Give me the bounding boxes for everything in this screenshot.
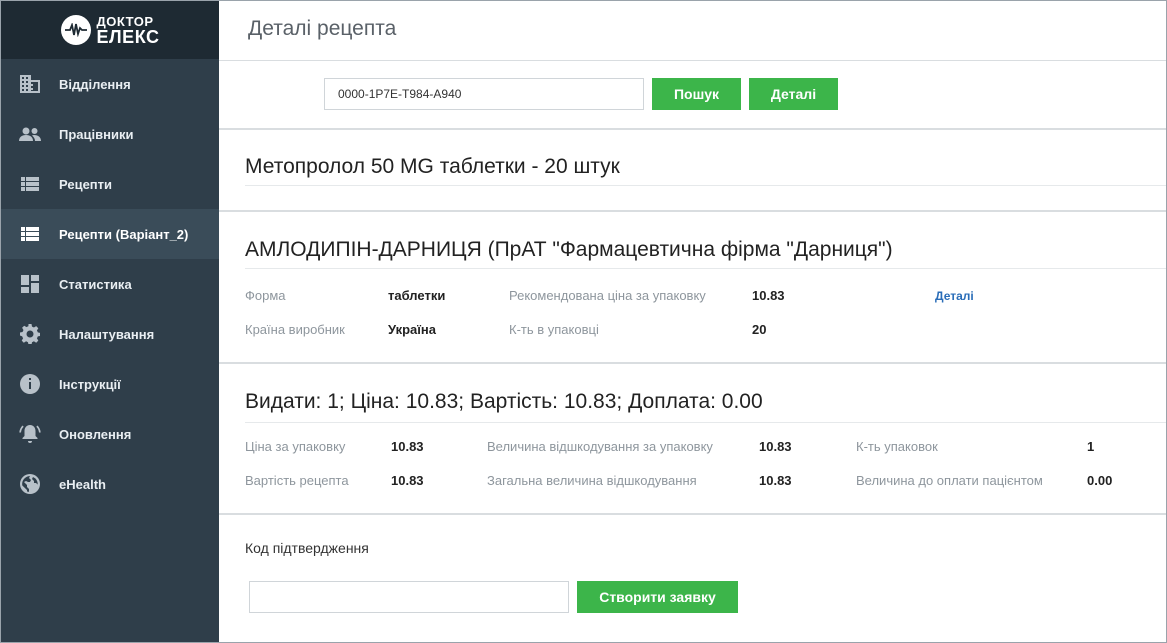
reimb-per-pack-value: 10.83 [759,439,792,454]
section-divider [219,513,1166,515]
reimb-per-pack-label: Величина відшкодування за упаковку [487,439,713,454]
brand-line2: ЕЛЕКС [96,26,160,47]
people-icon [19,124,41,144]
sidebar-item-prescriptions[interactable]: Рецепти [1,159,219,209]
list-icon [19,174,41,194]
prescription-id-input[interactable] [324,78,644,110]
recommended-price-label: Рекомендована ціна за упаковку [509,288,706,303]
confirmation-code-input[interactable] [249,581,569,613]
sidebar-nav: Відділення Працівники Рецепти Рецепти (В… [1,59,219,509]
section-divider [219,210,1166,212]
sidebar-item-label: Статистика [59,276,132,292]
patient-pay-label: Величина до оплати пацієнтом [856,473,1043,488]
section-divider [219,128,1166,130]
price-per-pack-value: 10.83 [391,439,424,454]
sidebar-item-updates[interactable]: Оновлення [1,409,219,459]
drug-details-link[interactable]: Деталі [935,289,974,303]
confirmation-code-label: Код підтвердження [245,540,369,556]
building-icon [19,74,41,94]
brand-logo-link[interactable]: ДОКТОР ЕЛЕКС [60,14,160,47]
country-label: Країна виробник [245,322,345,337]
list-icon [19,224,41,244]
sidebar-item-statistics[interactable]: Статистика [1,259,219,309]
rx-cost-value: 10.83 [391,473,424,488]
brand-name: ДОКТОР ЕЛЕКС [96,14,160,47]
sidebar-item-prescriptions-v2[interactable]: Рецепти (Варіант_2) [1,209,219,259]
details-button[interactable]: Деталі [749,78,838,110]
sidebar-item-label: Рецепти [59,176,113,192]
header-divider [219,60,1166,61]
page-title: Деталі рецепта [248,17,397,40]
sidebar-item-label: eHealth [59,476,106,492]
sidebar-item-label: Працівники [59,126,134,142]
section-divider [219,362,1166,364]
sidebar-item-label: Відділення [59,76,131,92]
logo-icon [60,15,91,45]
form-label: Форма [245,288,286,303]
price-per-pack-label: Ціна за упаковку [245,439,346,454]
bell-icon [19,424,41,444]
info-icon [19,374,41,394]
brand-header: ДОКТОР ЕЛЕКС [1,1,219,59]
sidebar-item-settings[interactable]: Налаштування [1,309,219,359]
dispense-summary: Видати: 1; Ціна: 10.83; Вартість: 10.83;… [245,390,763,413]
sidebar-item-ehealth[interactable]: eHealth [1,459,219,509]
recommended-price-value: 10.83 [752,288,785,303]
title-underline [245,185,1166,186]
pack-count-label: К-ть в упаковці [509,322,599,337]
search-button[interactable]: Пошук [652,78,741,110]
search-bar: Пошук Деталі [324,78,838,110]
sidebar-item-departments[interactable]: Відділення [1,59,219,109]
sidebar-item-label: Налаштування [59,326,155,342]
patient-pay-value: 0.00 [1087,473,1113,488]
main-content: Деталі рецепта Пошук Деталі Метопролол 5… [219,1,1166,642]
packs-label: К-ть упаковок [856,439,938,454]
pack-count-value: 20 [752,322,767,337]
total-reimb-label: Загальна величина відшкодування [487,473,697,488]
sidebar-item-label: Інструкції [59,376,121,392]
form-value: таблетки [388,288,446,303]
app-window: ДОКТОР ЕЛЕКС Відділення Працівники Рецеп… [0,0,1167,643]
total-reimb-value: 10.83 [759,473,792,488]
gear-icon [19,324,41,344]
globe-icon [19,474,41,494]
title-underline [245,268,1166,269]
country-value: Україна [388,322,437,337]
dashboard-icon [19,274,41,294]
sidebar-item-label: Оновлення [59,426,132,442]
rx-cost-label: Вартість рецепта [245,473,349,488]
title-underline [245,422,1166,423]
sidebar-item-label: Рецепти (Варіант_2) [59,226,189,242]
sidebar-item-instructions[interactable]: Інструкції [1,359,219,409]
packs-value: 1 [1087,439,1095,454]
drug-title: АМЛОДИПІН-ДАРНИЦЯ (ПрАТ "Фармацевтична ф… [245,238,893,261]
sidebar: ДОКТОР ЕЛЕКС Відділення Працівники Рецеп… [1,1,219,642]
create-request-button[interactable]: Створити заявку [577,581,738,613]
prescription-title: Метопролол 50 MG таблетки - 20 штук [245,155,620,178]
sidebar-item-employees[interactable]: Працівники [1,109,219,159]
